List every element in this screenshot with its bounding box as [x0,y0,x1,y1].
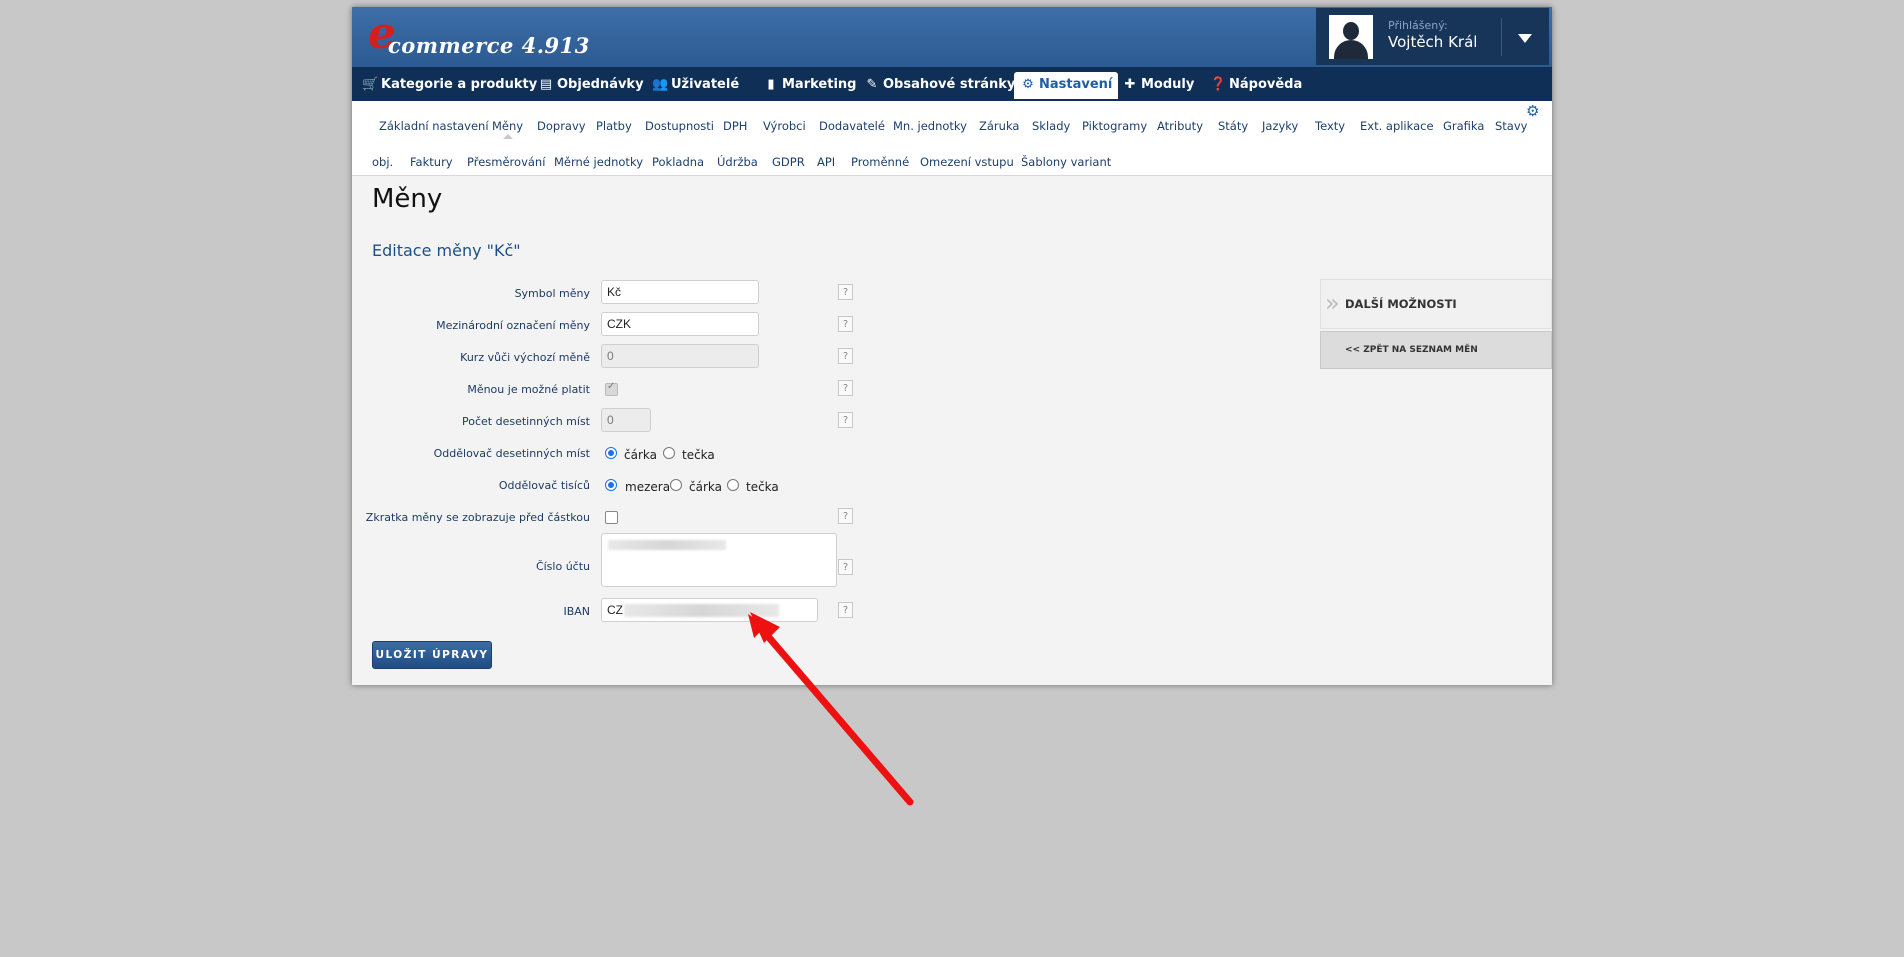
annotation-arrow [748,612,914,806]
